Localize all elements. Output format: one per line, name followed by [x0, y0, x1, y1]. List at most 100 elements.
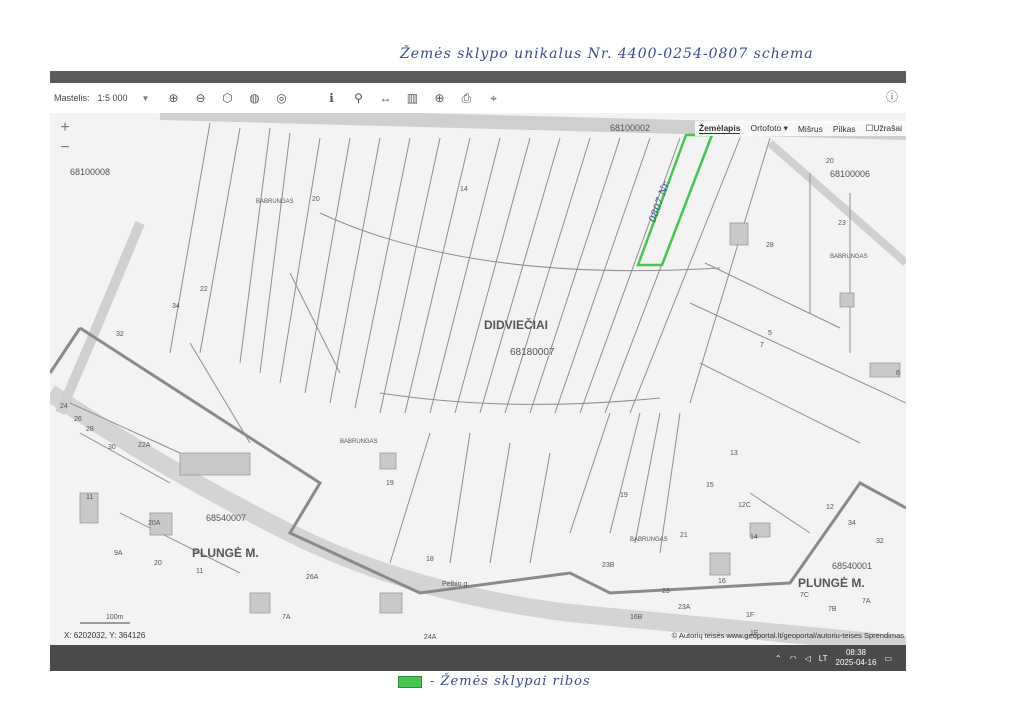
svg-text:24: 24: [60, 403, 68, 410]
svg-text:34: 34: [172, 303, 180, 310]
svg-text:20: 20: [154, 560, 162, 567]
taskbar: ⌃ ◠ ◁ LT 08:38 2025-04-16 ▭: [50, 645, 906, 671]
street-label: BABRUNGAS: [830, 254, 868, 260]
scale-select[interactable]: 1:5 000: [98, 93, 128, 103]
window-title-bar: [50, 71, 906, 83]
zoom-control: + −: [54, 119, 78, 163]
svg-text:20: 20: [826, 158, 834, 165]
zoom-minus-button[interactable]: −: [54, 139, 76, 159]
scale-label: Mastelis:: [54, 93, 90, 103]
svg-text:20A: 20A: [148, 520, 161, 527]
scale-bar-label: 100m: [106, 614, 124, 621]
area-code: 68180007: [510, 347, 555, 358]
map-window: Mastelis: 1:5 000 ▼ ⊕ ⊖ ⬡ ◍ ◎ ℹ ⚲ ↔ ▥ ⊕ …: [50, 71, 906, 671]
map-code-sw: 68540007: [206, 513, 246, 523]
chevron-down-icon: ▾: [783, 123, 788, 133]
legend: - Žemės sklypai ribos: [398, 674, 591, 689]
svg-text:1F: 1F: [746, 612, 754, 619]
svg-text:20: 20: [312, 196, 320, 203]
svg-text:34: 34: [848, 520, 856, 527]
svg-text:18: 18: [426, 556, 434, 563]
svg-text:9A: 9A: [114, 550, 123, 557]
svg-text:32: 32: [116, 331, 124, 338]
legend-swatch: [398, 675, 422, 688]
wifi-icon[interactable]: ◠: [790, 654, 797, 663]
svg-text:7B: 7B: [828, 606, 837, 613]
svg-text:22A: 22A: [138, 442, 151, 449]
map-code-se: 68540001: [832, 561, 872, 571]
svg-text:23A: 23A: [678, 604, 691, 611]
attribution[interactable]: © Autorių teisės www.geoportal.lt/geopor…: [672, 631, 904, 640]
chevron-up-icon[interactable]: ⌃: [775, 654, 782, 663]
svg-text:32: 32: [876, 538, 884, 545]
labels-toggle[interactable]: ☐Užrašai: [866, 123, 902, 134]
basemap-switcher: Žemėlapis Ortofoto ▾ Mišrus Pilkas ☐Užra…: [694, 121, 906, 136]
print-icon[interactable]: ⎙: [456, 88, 476, 108]
svg-text:19: 19: [386, 480, 394, 487]
svg-text:16B: 16B: [630, 614, 643, 621]
coordinates-readout: X: 6202032, Y: 364126: [64, 631, 146, 640]
basemap-ortofoto[interactable]: Ortofoto ▾: [750, 123, 787, 134]
svg-text:23: 23: [838, 220, 846, 227]
zoom-out-icon[interactable]: ⊖: [190, 88, 210, 108]
map-code-nw: 68100008: [70, 167, 110, 177]
svg-text:21: 21: [680, 532, 688, 539]
notification-icon[interactable]: ▭: [884, 654, 892, 663]
town-label-se: PLUNGĖ M.: [798, 575, 865, 590]
legend-text: - Žemės sklypai ribos: [430, 674, 591, 689]
svg-text:14: 14: [750, 534, 758, 541]
street-label: BABRUNGAS: [340, 439, 378, 445]
zoom-plus-button[interactable]: +: [54, 119, 76, 139]
select-icon[interactable]: ⬡: [217, 88, 237, 108]
svg-text:30: 30: [108, 444, 116, 451]
globe-icon[interactable]: ◍: [244, 88, 264, 108]
map-code-n: 68100002: [610, 123, 650, 133]
map-code-ne: 68100006: [830, 169, 870, 179]
svg-text:7C: 7C: [800, 592, 809, 599]
svg-text:23B: 23B: [602, 562, 615, 569]
street-label: BABRUNGAS: [256, 199, 294, 205]
profile-icon[interactable]: ▥: [402, 88, 422, 108]
svg-text:12C: 12C: [738, 502, 751, 509]
measure-icon[interactable]: ↔: [375, 88, 395, 108]
info-icon[interactable]: ℹ: [321, 88, 341, 108]
map-canvas[interactable]: 0807 Nr. 68100008 68100006 68100002 DIDV…: [50, 113, 906, 645]
help-info-icon[interactable]: ⓘ: [886, 88, 898, 105]
speaker-icon[interactable]: ◁: [805, 654, 811, 663]
svg-text:12: 12: [826, 504, 834, 511]
svg-text:19: 19: [620, 492, 628, 499]
zoom-in-icon[interactable]: ⊕: [163, 88, 183, 108]
clock[interactable]: 08:38 2025-04-16: [836, 648, 877, 668]
lang-indicator[interactable]: LT: [819, 654, 828, 663]
svg-text:7: 7: [760, 342, 764, 349]
svg-text:11: 11: [86, 494, 93, 501]
svg-text:7A: 7A: [862, 598, 871, 605]
street-label: BABRUNGAS: [630, 537, 668, 543]
basemap-misrus[interactable]: Mišrus: [798, 124, 823, 134]
cadastral-map: 0807 Nr. 68100008 68100006 68100002 DIDV…: [50, 113, 906, 645]
svg-text:24A: 24A: [424, 634, 437, 641]
chevron-down-icon[interactable]: ▼: [142, 94, 150, 103]
svg-text:26A: 26A: [306, 574, 319, 581]
crosshair-icon[interactable]: ⌖: [483, 88, 503, 108]
system-tray: ⌃ ◠ ◁ LT 08:38 2025-04-16 ▭: [775, 648, 892, 668]
svg-text:28: 28: [86, 426, 94, 433]
basemap-pilkas[interactable]: Pilkas: [833, 124, 856, 134]
basemap-zemelapis[interactable]: Žemėlapis: [698, 123, 741, 134]
locate-icon[interactable]: ◎: [271, 88, 291, 108]
svg-text:28: 28: [766, 242, 774, 249]
svg-text:11: 11: [196, 568, 203, 575]
handwritten-title: Žemės sklypo unikalus Nr. 4400-0254-0807…: [400, 46, 814, 62]
svg-text:14: 14: [460, 186, 468, 193]
svg-text:23: 23: [662, 588, 670, 595]
svg-text:15: 15: [706, 482, 714, 489]
street-label-pelbio: Pelbio g.: [442, 581, 469, 588]
svg-text:13: 13: [730, 450, 738, 457]
link-icon[interactable]: ⚲: [348, 88, 368, 108]
area-name: DIDVIEČIAI: [484, 317, 548, 332]
svg-text:26: 26: [74, 416, 82, 423]
map-toolbar: Mastelis: 1:5 000 ▼ ⊕ ⊖ ⬡ ◍ ◎ ℹ ⚲ ↔ ▥ ⊕ …: [50, 83, 906, 113]
svg-text:7A: 7A: [282, 614, 291, 621]
add-icon[interactable]: ⊕: [429, 88, 449, 108]
svg-text:16: 16: [718, 578, 726, 585]
